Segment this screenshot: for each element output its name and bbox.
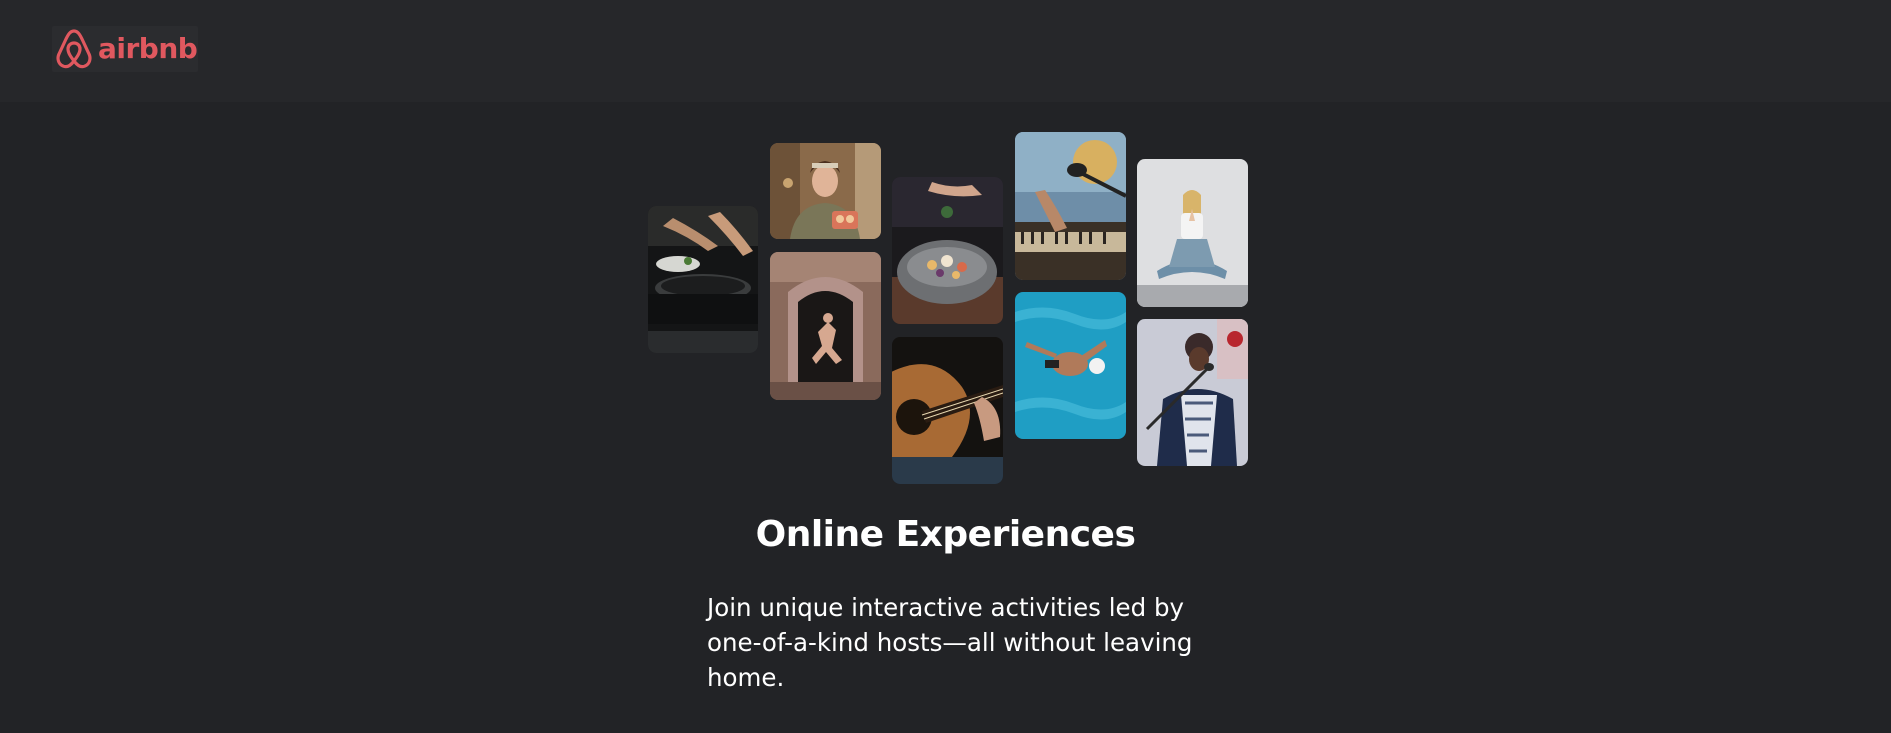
brand-name: airbnb	[98, 32, 198, 65]
photo-guitar	[892, 337, 1003, 484]
photo-swimmer	[1015, 292, 1126, 439]
photo-keyboard-microphone	[1015, 132, 1126, 280]
photo-cooking-pan	[648, 206, 758, 353]
photo-singer	[1137, 319, 1248, 466]
photo-woman-holding-cookies	[770, 143, 881, 239]
airbnb-belo-icon	[52, 26, 96, 72]
photo-yoga	[1137, 159, 1248, 307]
page-title: Online Experiences	[755, 514, 1136, 555]
photo-food-bowl	[892, 177, 1003, 324]
top-navigation-bar: airbnb	[0, 0, 1891, 102]
airbnb-logo[interactable]: airbnb	[52, 26, 198, 72]
page-description: Join unique interactive activities led b…	[707, 593, 1193, 692]
photo-dancer-in-doorway	[770, 252, 881, 400]
